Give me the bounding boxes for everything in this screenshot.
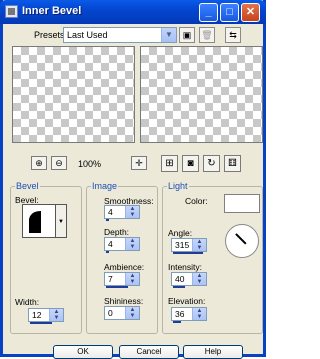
save-preset-button[interactable]: ▣	[179, 27, 195, 43]
spin-arrows-icon[interactable]: ▲ ▼	[125, 273, 139, 285]
after-preview[interactable]	[140, 46, 263, 143]
zoom-level: 100%	[78, 159, 102, 169]
ambience-label: Ambience:	[104, 262, 145, 272]
angle-dial[interactable]	[225, 224, 259, 258]
angle-spinner[interactable]: 315 ▲ ▼	[171, 238, 207, 254]
refresh-icon: ↻	[207, 158, 216, 169]
spin-arrows-icon[interactable]: ▲ ▼	[192, 308, 206, 320]
reset-button[interactable]: ⇆	[225, 27, 241, 43]
pan-button[interactable]: ✛	[131, 156, 147, 170]
delete-preset-button[interactable]: 🗑	[199, 27, 215, 43]
before-preview[interactable]	[12, 46, 135, 143]
bevel-group-title: Bevel	[15, 181, 40, 191]
spin-arrows-icon[interactable]: ▲ ▼	[49, 309, 63, 321]
image-group-title: Image	[91, 181, 119, 191]
inner-bevel-dialog: Inner Bevel _ □ ✕ Presets: Last Used ▼ ▣…	[0, 0, 266, 359]
angle-label: Angle:	[168, 228, 193, 238]
depth-label: Depth:	[104, 227, 130, 237]
dice-button[interactable]: ⚅	[224, 155, 241, 172]
depth-slider-bar[interactable]	[106, 251, 109, 253]
app-icon	[5, 5, 18, 18]
reset-arrows-icon: ⇆	[229, 30, 237, 40]
close-button[interactable]: ✕	[241, 3, 260, 22]
ambience-value: 7	[108, 274, 113, 284]
depth-value: 4	[108, 239, 113, 249]
bevel-shape-icon	[29, 211, 41, 233]
light-group-title: Light	[167, 181, 189, 191]
width-value: 12	[32, 310, 42, 320]
shininess-label: Shininess:	[104, 296, 144, 306]
crosshair-icon: ✛	[135, 158, 143, 168]
split-view-icon: ⊞	[165, 158, 174, 169]
intensity-spinner[interactable]: 40 ▲ ▼	[171, 272, 207, 288]
smoothness-slider-bar[interactable]	[106, 219, 109, 221]
bevel-shape-picker[interactable]	[22, 204, 56, 238]
maximize-button[interactable]: □	[220, 3, 239, 22]
elevation-spinner[interactable]: 36 ▲ ▼	[171, 307, 207, 323]
trash-icon: 🗑	[201, 30, 213, 40]
spin-arrows-icon[interactable]: ▲ ▼	[192, 239, 206, 251]
spin-arrows-icon[interactable]: ▲ ▼	[192, 273, 206, 285]
light-color-swatch[interactable]	[224, 194, 260, 213]
zoom-in-button[interactable]: ⊕	[31, 156, 47, 170]
width-spinner[interactable]: 12 ▲ ▼	[28, 308, 64, 324]
ambience-spinner[interactable]: 7 ▲ ▼	[104, 272, 140, 288]
color-label: Color:	[185, 196, 208, 206]
shininess-value: 0	[108, 308, 113, 318]
zoom-out-icon: ⊖	[55, 158, 63, 168]
depth-spinner[interactable]: 4 ▲ ▼	[104, 237, 140, 253]
zoom-in-icon: ⊕	[35, 158, 43, 168]
spin-arrows-icon[interactable]: ▲ ▼	[125, 307, 139, 319]
smoothness-value: 4	[108, 207, 113, 217]
minimize-button[interactable]: _	[199, 3, 218, 22]
proof-button[interactable]: ⊞	[161, 155, 178, 172]
intensity-value: 40	[175, 274, 185, 284]
camera-icon: ◙	[187, 158, 194, 169]
title-bar[interactable]: Inner Bevel _ □ ✕	[0, 0, 266, 24]
angle-value: 315	[175, 240, 190, 250]
presets-dropdown[interactable]: Last Used ▼	[63, 27, 177, 43]
elevation-label: Elevation:	[168, 296, 206, 306]
chevron-down-icon[interactable]: ▼	[161, 28, 176, 42]
shininess-spinner[interactable]: 0 ▲ ▼	[104, 306, 140, 320]
width-label: Width:	[15, 297, 40, 307]
dice-icon: ⚅	[228, 158, 237, 169]
ambience-slider-bar[interactable]	[106, 286, 128, 288]
elevation-slider-bar[interactable]	[173, 321, 181, 323]
angle-slider-bar[interactable]	[173, 252, 203, 254]
presets-value: Last Used	[67, 30, 108, 40]
auto-proof-button[interactable]: ◙	[182, 155, 199, 172]
zoom-out-button[interactable]: ⊖	[51, 156, 67, 170]
smoothness-spinner[interactable]: 4 ▲ ▼	[104, 205, 140, 221]
angle-needle[interactable]	[235, 233, 247, 245]
elevation-value: 36	[175, 309, 185, 319]
width-slider-bar[interactable]	[30, 322, 52, 324]
intensity-label: Intensity:	[168, 262, 203, 272]
spin-arrows-icon[interactable]: ▲ ▼	[125, 238, 139, 250]
window-title: Inner Bevel	[22, 5, 82, 17]
bevel-dropdown-button[interactable]: ▼	[56, 204, 67, 238]
spin-arrows-icon[interactable]: ▲ ▼	[125, 206, 139, 218]
intensity-slider-bar[interactable]	[173, 286, 185, 288]
floppy-disk-icon: ▣	[182, 30, 192, 40]
randomize-button[interactable]: ↻	[203, 155, 220, 172]
